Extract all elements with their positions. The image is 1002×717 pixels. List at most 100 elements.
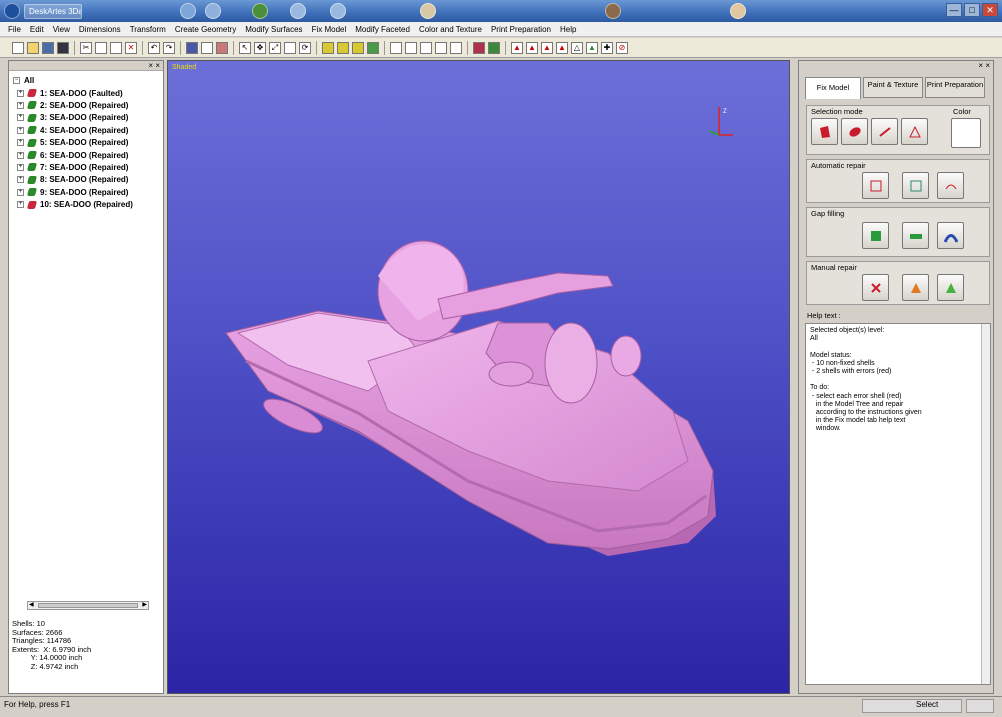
collapse-icon[interactable]: − xyxy=(13,76,20,84)
remove-icon[interactable]: ⊘ xyxy=(616,41,628,54)
close-button[interactable]: ✕ xyxy=(982,3,998,17)
tree-item[interactable]: +7: SEA-DOO (Repaired) xyxy=(17,161,128,173)
select-surface-button[interactable] xyxy=(841,118,868,145)
scrollbar-thumb[interactable] xyxy=(38,603,138,608)
taskbar-app-icon[interactable] xyxy=(180,3,196,19)
3d-viewport[interactable]: Shaded Z xyxy=(167,60,790,694)
menu-edit[interactable]: Edit xyxy=(30,25,44,34)
menu-help[interactable]: Help xyxy=(560,25,576,34)
select-triangle-button[interactable] xyxy=(901,118,928,145)
taskbar-app-icon[interactable] xyxy=(290,3,306,19)
measure-icon[interactable] xyxy=(390,41,402,54)
save-all-icon[interactable] xyxy=(57,41,69,54)
expand-icon[interactable]: + xyxy=(17,139,24,147)
minimize-button[interactable]: — xyxy=(946,3,962,17)
menu-transform[interactable]: Transform xyxy=(130,25,166,34)
view-iso-icon[interactable] xyxy=(367,41,379,54)
tree-item[interactable]: +5: SEA-DOO (Repaired) xyxy=(17,137,128,149)
auto-repair-button[interactable] xyxy=(862,172,889,199)
triangle-red-icon[interactable]: ▲ xyxy=(541,41,553,54)
scroll-left-icon[interactable]: ◀ xyxy=(29,602,34,609)
paint-icon[interactable] xyxy=(473,41,485,54)
select-shell-button[interactable] xyxy=(811,118,838,145)
save-icon[interactable] xyxy=(42,41,54,54)
view-front-icon[interactable] xyxy=(322,41,334,54)
triangle-red-icon[interactable]: ▲ xyxy=(511,41,523,54)
expand-icon[interactable]: + xyxy=(17,89,24,97)
cut-icon[interactable]: ✂ xyxy=(80,41,92,54)
jet-ski-model[interactable] xyxy=(168,61,790,694)
mesh-icon[interactable] xyxy=(450,41,462,54)
fill-hole-button[interactable] xyxy=(862,222,889,249)
tab-paint-texture[interactable]: Paint & Texture xyxy=(863,77,923,98)
expand-icon[interactable]: + xyxy=(17,151,24,159)
expand-icon[interactable]: + xyxy=(17,188,24,196)
copy-icon[interactable] xyxy=(95,41,107,54)
triangle-red-icon[interactable]: ▲ xyxy=(526,41,538,54)
pointer-icon[interactable]: ↖ xyxy=(239,41,251,54)
taskbar-app-icon[interactable] xyxy=(330,3,346,19)
triangle-green-icon[interactable]: ▲ xyxy=(586,41,598,54)
zoom-extents-icon[interactable]: ⤢ xyxy=(269,41,281,54)
delete-icon[interactable]: ✕ xyxy=(125,41,137,54)
tab-fix-model[interactable]: Fix Model xyxy=(805,77,861,99)
panel-close-icon[interactable]: × × xyxy=(148,61,160,71)
view-side-icon[interactable] xyxy=(352,41,364,54)
menu-color-texture[interactable]: Color and Texture xyxy=(419,25,482,34)
maximize-button[interactable]: □ xyxy=(964,3,980,17)
tab-print-preparation[interactable]: Print Preparation xyxy=(925,77,985,98)
start-orb-icon[interactable] xyxy=(4,3,20,19)
taskbar-app-icon[interactable] xyxy=(252,3,268,19)
expand-icon[interactable]: + xyxy=(17,101,24,109)
paste-icon[interactable] xyxy=(110,41,122,54)
delete-triangles-button[interactable] xyxy=(862,274,889,301)
scroll-right-icon[interactable]: ▶ xyxy=(142,602,147,609)
bridge-button[interactable] xyxy=(937,222,964,249)
taskbar-app-icon[interactable] xyxy=(205,3,221,19)
expand-icon[interactable]: + xyxy=(17,176,24,184)
menu-view[interactable]: View xyxy=(53,25,70,34)
pan-icon[interactable]: ✥ xyxy=(254,41,266,54)
new-file-icon[interactable] xyxy=(12,41,24,54)
add-icon[interactable]: ✚ xyxy=(601,41,613,54)
fill-gap-button[interactable] xyxy=(902,222,929,249)
expand-icon[interactable]: + xyxy=(17,201,24,209)
expand-icon[interactable]: + xyxy=(17,163,24,171)
menu-dimensions[interactable]: Dimensions xyxy=(79,25,121,34)
taskbar-app-icon[interactable] xyxy=(420,3,436,19)
add-triangle-button[interactable] xyxy=(902,274,929,301)
tree-item[interactable]: +8: SEA-DOO (Repaired) xyxy=(17,174,128,186)
menu-modify-surfaces[interactable]: Modify Surfaces xyxy=(245,25,302,34)
triangle-outline-icon[interactable]: △ xyxy=(571,41,583,54)
tree-item[interactable]: +1: SEA-DOO (Faulted) xyxy=(17,87,123,99)
orient-normals-button[interactable] xyxy=(937,172,964,199)
expand-icon[interactable]: + xyxy=(17,126,24,134)
zoom-window-icon[interactable] xyxy=(284,41,296,54)
panel-close-icon[interactable]: × × xyxy=(978,61,990,70)
taskbar-app-icon[interactable] xyxy=(605,3,621,19)
wireframe-icon[interactable] xyxy=(201,41,213,54)
tree-item[interactable]: +9: SEA-DOO (Repaired) xyxy=(17,186,128,198)
menu-create-geometry[interactable]: Create Geometry xyxy=(175,25,236,34)
menu-file[interactable]: File xyxy=(8,25,21,34)
color-swatch[interactable] xyxy=(951,118,981,148)
fill-triangle-button[interactable] xyxy=(937,274,964,301)
menu-print-preparation[interactable]: Print Preparation xyxy=(491,25,551,34)
redo-icon[interactable]: ↷ xyxy=(163,41,175,54)
help-text-box[interactable]: Selected object(s) level: All Model stat… xyxy=(805,323,991,685)
color-palette-icon[interactable] xyxy=(488,41,500,54)
tree-item[interactable]: +6: SEA-DOO (Repaired) xyxy=(17,149,128,161)
taskbar-item[interactable]: DeskArtes 3Data Expert - SEA-DOO xyxy=(24,4,82,19)
render-icon[interactable] xyxy=(216,41,228,54)
view-top-icon[interactable] xyxy=(337,41,349,54)
shaded-view-icon[interactable] xyxy=(186,41,198,54)
tree-horizontal-scrollbar[interactable]: ◀ ▶ xyxy=(27,601,149,610)
undo-icon[interactable]: ↶ xyxy=(148,41,160,54)
menu-fix-model[interactable]: Fix Model xyxy=(312,25,347,34)
section-icon[interactable] xyxy=(405,41,417,54)
open-file-icon[interactable] xyxy=(27,41,39,54)
expand-icon[interactable]: + xyxy=(17,114,24,122)
rotate-icon[interactable]: ⟳ xyxy=(299,41,311,54)
tree-item[interactable]: +4: SEA-DOO (Repaired) xyxy=(17,124,128,136)
snap-icon[interactable] xyxy=(435,41,447,54)
